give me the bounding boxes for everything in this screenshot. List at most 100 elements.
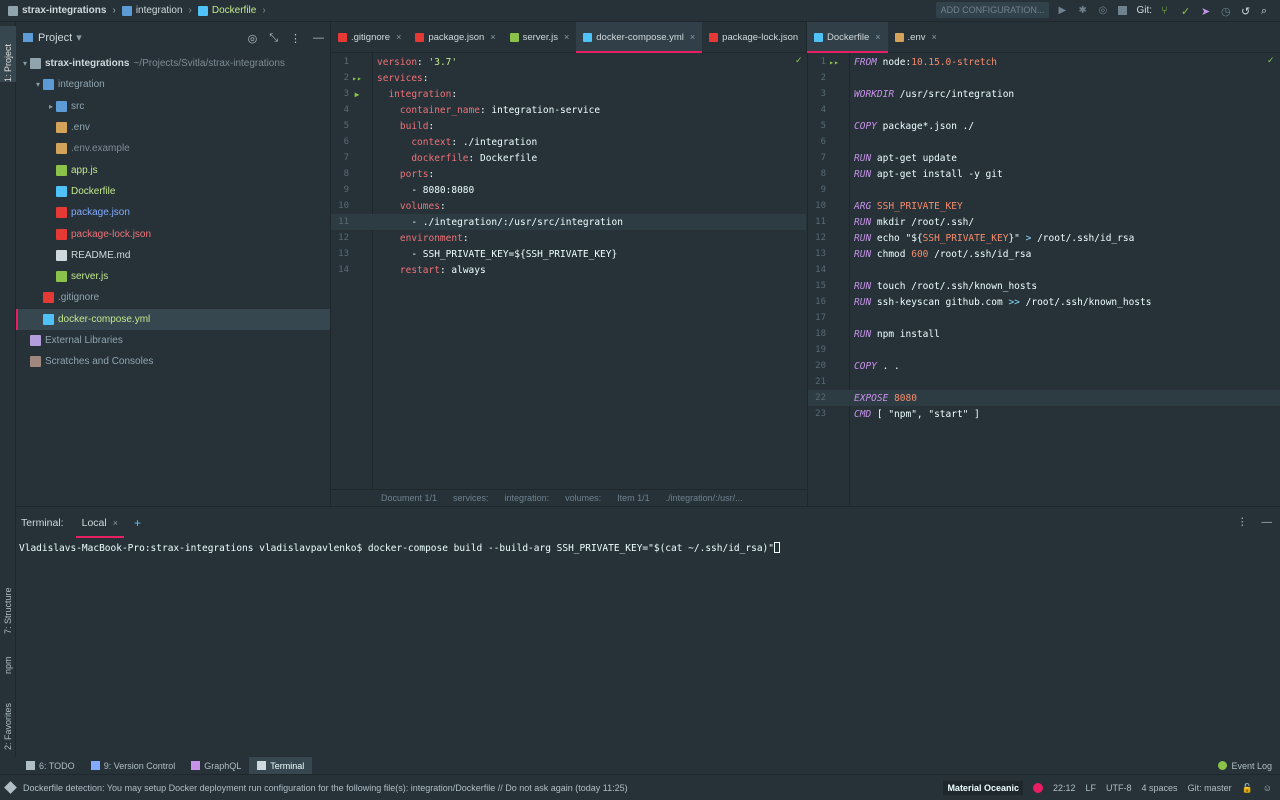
locate-icon[interactable]: ◎ [248,32,258,45]
project-tree-item[interactable]: Dockerfile [16,181,330,202]
project-tree-item[interactable]: Scratches and Consoles [16,351,330,372]
project-tree-item[interactable]: README.md [16,245,330,266]
tool-window-button[interactable]: Terminal [249,757,313,774]
project-tree-item[interactable]: docker-compose.yml [16,308,330,330]
close-icon[interactable]: × [113,518,118,528]
project-tree-item[interactable]: package.json [16,202,330,223]
terminal-tab-local[interactable]: Local × [75,507,125,538]
project-tree-item[interactable]: package-lock.json [16,223,330,244]
hide-icon[interactable]: — [313,32,324,45]
push-icon[interactable]: ➤ [1201,5,1212,18]
project-tree-item[interactable]: server.js [16,266,330,287]
settings-icon[interactable]: ⋮ [290,32,301,45]
history-icon[interactable]: ◷ [1221,5,1232,18]
editor-dockerfile[interactable]: 1 ▸▸ FROM node:10.15.0-stretch 2 3 WORKDIR /u… [807,53,1280,506]
code-token: - SSH_PRIVATE_KEY=${SSH_PRIVATE_KEY} [377,248,618,260]
git-branch-icon[interactable]: ⑂ [1161,5,1172,17]
yaml-breadcrumb-item[interactable]: Document 1/1 [381,493,437,503]
editor-tab[interactable]: docker-compose.yml × [576,21,703,53]
line-separator[interactable]: LF [1086,783,1097,793]
breadcrumb-folder[interactable]: integration › [116,5,192,16]
project-tree-item[interactable]: External Libraries [16,330,330,351]
commit-icon[interactable]: ✓ [1181,5,1192,18]
project-tree-item[interactable]: app.js [16,159,330,180]
editor-tab[interactable]: .gitignore × [331,22,408,53]
terminal-output[interactable]: Vladislavs-MacBook-Pro:strax-integration… [16,538,1280,558]
run-icon[interactable]: ▶ [1058,5,1069,16]
inspector-icon[interactable]: ☺ [1263,783,1272,793]
structure-tool-tab[interactable]: 7: Structure [0,574,16,634]
project-tree-item[interactable]: ▾ strax-integrations ~/Projects/Svitla/str… [16,53,330,74]
lock-icon[interactable]: 🔓 [1242,783,1253,794]
close-icon[interactable]: × [875,32,880,42]
stop-icon[interactable] [1118,5,1128,15]
project-view-selector[interactable]: Project [38,32,72,44]
editor-tab[interactable]: server.js × [503,22,577,53]
editor-tab[interactable]: Dockerfile × [807,21,888,53]
chevron-down-icon[interactable]: ▾ [33,80,43,89]
close-icon[interactable]: × [690,32,695,42]
project-tree-item[interactable]: .gitignore [16,287,330,308]
tree-item-label: integration [58,79,105,91]
favorites-tool-tab[interactable]: 2: Favorites [0,690,16,750]
yaml-breadcrumb-item[interactable]: Item 1/1 [617,493,650,503]
close-icon[interactable]: × [564,32,569,42]
chevron-down-icon[interactable]: ▾ [20,59,30,68]
debug-icon[interactable]: ✱ [1078,5,1089,16]
theme-name[interactable]: Material Oceanic [943,781,1023,795]
code-line: 7 RUN apt-get update [808,150,1280,166]
file-encoding[interactable]: UTF-8 [1106,783,1132,793]
yaml-breadcrumb-item[interactable]: services: [453,493,489,503]
project-tree-item[interactable]: ▾ integration [16,74,330,95]
indent-setting[interactable]: 4 spaces [1142,783,1178,793]
code-line: 3 ▶ integration: [331,86,806,102]
editor-docker-compose[interactable]: 1 version: '3.7' 2 ▸▸ services: 3 ▶ integratio… [331,53,806,489]
yaml-breadcrumb-item[interactable]: ./integration/:/usr/... [666,493,743,503]
run-gutter-icon[interactable]: ▸▸ [826,58,842,67]
search-icon[interactable]: ⌕ [1261,5,1272,17]
chevron-right-icon[interactable]: ▸ [46,102,56,111]
event-log-button[interactable]: Event Log [1218,757,1272,774]
editor-tab[interactable]: .env × [888,22,944,53]
add-configuration-button[interactable]: ADD CONFIGURATION... [935,2,1050,18]
project-tool-tab[interactable]: 1: Project [0,26,16,82]
code-line: 14 [808,262,1280,278]
event-log-icon [1218,761,1228,770]
yaml-breadcrumb-item[interactable]: volumes: [565,493,601,503]
tool-window-button[interactable]: 6: TODO [18,757,83,774]
hide-icon[interactable]: — [1262,516,1273,528]
code-token: RUN [854,296,872,308]
editor-tab[interactable]: package-lock.json [702,22,805,53]
code-line: 19 [808,342,1280,358]
line-number: 6 [820,137,826,147]
caret-position[interactable]: 22:12 [1053,783,1076,793]
run-gutter-icon[interactable]: ▸▸ [349,74,365,83]
revert-icon[interactable]: ↺ [1241,5,1252,18]
terminal-settings-icon[interactable]: ⋮ [1237,516,1248,528]
chevron-down-icon[interactable]: ▾ [76,31,82,44]
breadcrumb-file[interactable]: Dockerfile › [192,5,266,16]
code-text: ARG SSH_PRIVATE_KEY [854,201,963,212]
close-icon[interactable]: × [396,32,401,42]
git-branch[interactable]: Git: master [1188,783,1232,793]
yaml-breadcrumb-item[interactable]: integration: [505,493,550,503]
tool-window-button[interactable]: GraphQL [183,757,249,774]
coverage-icon[interactable]: ◎ [1098,5,1109,16]
breadcrumb-project[interactable]: strax-integrations › [0,5,116,16]
status-message[interactable]: Dockerfile detection: You may setup Dock… [0,781,628,794]
close-icon[interactable]: × [490,32,495,42]
close-icon[interactable]: × [931,32,936,42]
code-token: [ "npm", "start" ] [871,408,980,420]
code-token: node: [876,56,912,68]
tool-window-button[interactable]: 9: Version Control [83,757,184,774]
project-tree-item[interactable]: .env.example [16,138,330,159]
project-tree-item[interactable]: ▸ src [16,96,330,117]
project-tree-item[interactable]: .env [16,117,330,138]
new-terminal-button[interactable]: + [134,516,141,530]
run-gutter-icon[interactable]: ▶ [349,90,365,99]
breadcrumb-label: integration [135,5,183,16]
npm-tool-tab[interactable]: npm [0,642,16,674]
editor-tab[interactable]: package.json × [408,22,502,53]
collapse-icon[interactable]: ⤡ [269,32,278,45]
